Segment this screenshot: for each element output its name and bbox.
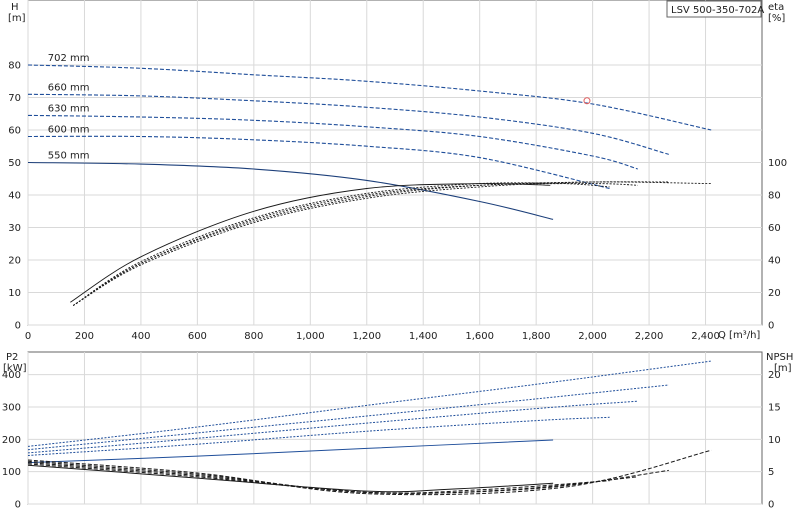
x-tick-label: 2,200 [635,331,664,342]
efficiency-curve [72,183,638,306]
y-right-tick-label-bottom: 10 [768,435,781,446]
curve-labels: 702 mm 660 mm 630 mm 600 mm 550 mm [48,53,90,162]
y-left-tick-label: 10 [8,288,21,299]
curve-label: 550 mm [48,151,90,162]
x-tick-label: 800 [244,331,263,342]
power-curve [27,384,669,451]
y-right-tick-label: 80 [768,191,781,202]
power-npsh-curves [27,360,712,496]
npsh-curve [27,449,712,496]
x-tick-label: 200 [75,331,94,342]
x-tick-label: 1,400 [409,331,438,342]
y-right-tick-label: 20 [768,288,781,299]
y-left-tick-label: 50 [8,158,21,169]
y-left-tick-label-bottom: 300 [2,402,21,413]
efficiency-curve [72,181,669,306]
top-left-axis-label-2: [m] [8,13,26,24]
y-right-tick-label: 40 [768,256,781,267]
y-right-tick-label: 0 [768,321,774,332]
power-curve [27,439,554,464]
y-right-tick-label-bottom: 15 [768,402,781,413]
curve-label: 600 mm [48,125,90,136]
x-tick-label: 1,000 [296,331,325,342]
top-right-axis-label-1: eta [768,2,784,13]
x-tick-label: 0 [25,331,31,342]
x-tick-label: 2,000 [578,331,607,342]
y-left-tick-label: 60 [8,126,21,137]
power-curve [27,360,712,447]
y-right-tick-label-bottom: 0 [768,500,774,511]
x-tick-label: 400 [131,331,150,342]
npsh-curve [27,460,669,494]
power-curve [27,400,638,454]
y-left-tick-label-bottom: 100 [2,467,21,478]
bottom-right-axis-label-1: NPSH [766,352,793,363]
bottom-right-axis-label-2: [m] [774,363,792,374]
bottom-left-axis-label-2: [kW] [3,363,27,374]
y-left-tick-label: 70 [8,93,21,104]
x-tick-label: 600 [188,331,207,342]
pump-performance-chart: 0 200 400 600 800 1,000 1,200 1,400 1,600 1,800 2,… [2,0,793,511]
curve-label: 660 mm [48,82,90,93]
x-tick-label: 1,600 [465,331,494,342]
head-curve [27,114,638,170]
bottom-left-axis-label-1: P2 [6,352,18,363]
y-left-tick-label: 30 [8,223,21,234]
bottom-grid [27,352,762,505]
efficiency-curve [72,182,610,306]
chart-title: LSV 500-350-702A [671,5,764,16]
y-left-tick-label: 0 [15,321,21,332]
y-left-tick-label-bottom: 200 [2,435,21,446]
x-axis-label: Q [m³/h] [718,330,760,341]
x-tick-label: 1,800 [522,331,551,342]
tick-labels: 0 200 400 600 800 1,000 1,200 1,400 1,600 1,800 2,… [2,61,787,511]
y-left-tick-label: 80 [8,61,21,72]
y-right-tick-label: 60 [768,223,781,234]
y-left-tick-label-bottom: 0 [15,500,21,511]
x-tick-label: 2,400 [691,331,720,342]
curve-label: 702 mm [48,53,90,64]
top-left-axis-label-1: H [11,2,19,13]
y-right-tick-label-bottom: 5 [768,467,774,478]
x-tick-label: 1,200 [352,331,381,342]
top-grid [27,0,762,326]
y-left-tick-label: 20 [8,256,21,267]
npsh-curve [27,464,554,493]
curve-label: 630 mm [48,103,90,114]
efficiency-curves [70,181,712,306]
y-right-tick-label: 100 [768,158,787,169]
y-left-tick-label: 40 [8,191,21,202]
top-right-axis-label-2: [%] [768,13,785,24]
